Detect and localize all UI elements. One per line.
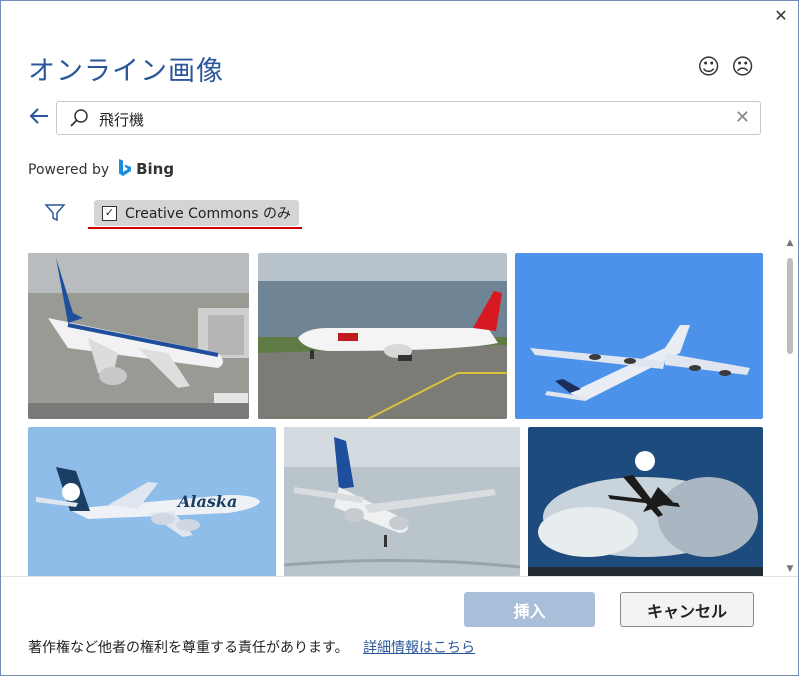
scrollbar-thumb[interactable] <box>787 258 793 354</box>
image-result-5[interactable] <box>284 427 520 576</box>
cancel-button[interactable]: キャンセル <box>620 592 754 627</box>
image-result-3[interactable] <box>515 253 763 419</box>
creative-commons-label: Creative Commons のみ <box>125 206 291 222</box>
scroll-up-icon[interactable]: ▲ <box>784 238 796 248</box>
footer-notice: 著作権など他者の権利を尊重する責任があります。 詳細情報はこちら <box>28 637 475 657</box>
filter-icon[interactable] <box>44 203 66 223</box>
image-results-grid: Alaska <box>1 251 784 576</box>
clear-icon[interactable]: ✕ <box>735 107 750 128</box>
bing-brand: Bing <box>136 160 175 178</box>
image-result-2[interactable] <box>258 253 507 419</box>
image-result-4[interactable]: Alaska <box>28 427 276 576</box>
more-info-link[interactable]: 詳細情報はこちら <box>363 640 475 656</box>
scroll-down-icon[interactable]: ▼ <box>784 564 796 574</box>
highlight-underline <box>88 227 302 229</box>
powered-by-label: Powered by <box>28 162 110 178</box>
image-result-6[interactable] <box>528 427 763 576</box>
copyright-notice: 著作権など他者の権利を尊重する責任があります。 <box>28 640 349 656</box>
image-result-1[interactable] <box>28 253 249 419</box>
bing-logo-icon <box>118 159 131 176</box>
vertical-scrollbar[interactable]: ▲ ▼ <box>784 238 796 574</box>
search-box[interactable]: ✕ <box>56 101 761 135</box>
back-arrow-icon[interactable] <box>28 105 52 129</box>
insert-button[interactable]: 挿入 <box>464 592 595 627</box>
smile-icon[interactable]: ☺ <box>697 55 720 80</box>
svg-text:Alaska: Alaska <box>176 492 237 511</box>
close-icon[interactable]: ✕ <box>772 7 790 25</box>
powered-by: Powered by Bing <box>28 159 174 178</box>
online-pictures-dialog: ✕ オンライン画像 ☺ ☹ ✕ Powered by Bing ✓ Creati… <box>0 0 799 676</box>
dialog-title: オンライン画像 <box>28 56 224 87</box>
creative-commons-checkbox[interactable]: ✓ Creative Commons のみ <box>94 200 299 226</box>
search-input[interactable] <box>97 106 721 132</box>
checkbox-checked-icon[interactable]: ✓ <box>102 205 117 221</box>
footer-divider <box>1 576 798 577</box>
search-icon <box>70 109 88 127</box>
frown-icon[interactable]: ☹ <box>731 55 754 80</box>
